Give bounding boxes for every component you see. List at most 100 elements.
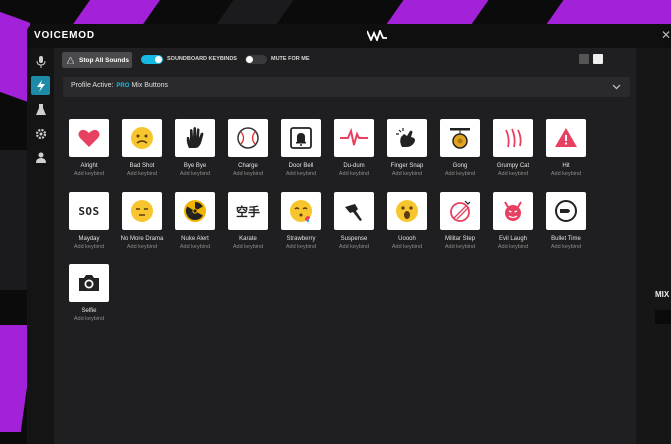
surprised-face-icon [396,200,418,222]
sidebar-item-voicelab[interactable] [31,100,50,119]
add-keybind-link[interactable]: Add keybind [381,244,433,250]
add-keybind-link[interactable]: Add keybind [328,171,380,177]
sound-name: Bye Bye [183,163,207,169]
sound-item[interactable]: 空手 Karate Add keybind [222,192,274,264]
add-keybind-link[interactable]: Add keybind [487,244,539,250]
backdrop-stripe [0,150,30,290]
soundboard-toolbar: Stop All Sounds SOUNDBOARD KEYBINDS MUTE… [54,48,636,72]
add-keybind-link[interactable]: Add keybind [63,244,115,250]
claw-marks-icon [505,128,522,148]
sound-item[interactable]: Nuke Alert Add keybind [169,192,221,264]
sound-tile[interactable] [334,192,374,230]
sound-item[interactable]: Finger Snap Add keybind [381,119,433,191]
sidebar-item-settings[interactable] [31,124,50,143]
sound-tile[interactable]: SOS [69,192,109,230]
chevron-down-icon [612,84,621,90]
bullet-icon [555,200,577,222]
sound-item[interactable]: Selfie Add keybind [63,264,115,336]
sound-tile[interactable] [69,119,109,157]
backdrop-stripe [0,0,30,103]
pro-badge: PRO [116,83,130,89]
add-keybind-link[interactable]: Add keybind [328,244,380,250]
sound-tile[interactable] [175,119,215,157]
add-keybind-link[interactable]: Add keybind [63,316,115,322]
sound-item[interactable]: Bad Shot Add keybind [116,119,168,191]
sound-item[interactable]: Bye Bye Add keybind [169,119,221,191]
stop-warning-icon [67,56,74,64]
sound-item[interactable]: No More Drama Add keybind [116,192,168,264]
sound-item[interactable]: Grumpy Cat Add keybind [487,119,539,191]
add-keybind-link[interactable]: Add keybind [222,244,274,250]
sound-item[interactable]: Evil Laugh Add keybind [487,192,539,264]
sound-tile[interactable] [228,119,268,157]
add-keybind-link[interactable]: Add keybind [116,244,168,250]
sound-item[interactable]: Bullet Time Add keybind [540,192,592,264]
camera-icon [79,275,99,291]
sound-tile[interactable] [122,119,162,157]
sound-item[interactable]: Strawberry Add keybind [275,192,327,264]
close-icon[interactable]: ✕ [661,28,671,42]
list-view-icon[interactable] [579,54,589,64]
add-keybind-link[interactable]: Add keybind [381,171,433,177]
sound-tile[interactable] [175,192,215,230]
add-keybind-link[interactable]: Add keybind [63,171,115,177]
sound-name: Door Bell [288,163,314,169]
sound-item[interactable]: Hit Add keybind [540,119,592,191]
sound-name: Grumpy Cat [496,163,530,169]
sound-tile[interactable] [69,264,109,302]
stop-all-sounds-button[interactable]: Stop All Sounds [62,52,132,68]
sound-tile[interactable] [387,192,427,230]
add-keybind-link[interactable]: Add keybind [487,171,539,177]
sound-tile[interactable] [493,119,533,157]
sound-name: Alright [80,163,98,169]
sidebar-item-account[interactable] [31,148,50,167]
sound-name: Gong [452,163,468,169]
add-keybind-link[interactable]: Add keybind [169,171,221,177]
sound-tile[interactable] [440,119,480,157]
add-keybind-link[interactable]: Add keybind [116,171,168,177]
sound-tile[interactable] [281,119,321,157]
sound-item[interactable]: Door Bell Add keybind [275,119,327,191]
confused-face-icon [131,127,153,149]
soundboard-keybinds-toggle[interactable] [141,55,163,64]
user-icon [35,152,46,163]
mixer-slider[interactable] [655,310,671,324]
add-keybind-link[interactable]: Add keybind [275,244,327,250]
kissing-face-icon [290,200,312,223]
gong-icon [450,128,470,149]
add-keybind-link[interactable]: Add keybind [275,171,327,177]
sound-tile[interactable] [440,192,480,230]
sound-tile[interactable] [122,192,162,230]
sound-tile[interactable] [334,119,374,157]
sound-item[interactable]: Militar Step Add keybind [434,192,486,264]
profile-selector[interactable]: Profile Active: PRO Mix Buttons [63,77,630,97]
add-keybind-link[interactable]: Add keybind [222,171,274,177]
sound-item[interactable]: Du-dum Add keybind [328,119,380,191]
add-keybind-link[interactable]: Add keybind [169,244,221,250]
grid-view-icon[interactable] [593,54,603,64]
sound-tile[interactable] [493,192,533,230]
add-keybind-link[interactable]: Add keybind [540,244,592,250]
toggle-knob [155,56,162,63]
sound-tile[interactable]: 空手 [228,192,268,230]
sound-tile[interactable] [387,119,427,157]
add-keybind-link[interactable]: Add keybind [434,244,486,250]
sound-name: Strawberry [286,236,316,242]
sound-item[interactable]: Gong Add keybind [434,119,486,191]
sidebar-item-voice-changer[interactable] [31,52,50,71]
add-keybind-link[interactable]: Add keybind [434,171,486,177]
sound-tile[interactable] [546,119,586,157]
sound-item[interactable]: Charge Add keybind [222,119,274,191]
add-keybind-link[interactable]: Add keybind [540,171,592,177]
sidebar-item-soundboard[interactable] [31,76,50,95]
sound-item[interactable]: Uoooh Add keybind [381,192,433,264]
mute-for-me-toggle[interactable] [245,55,267,64]
sound-name: Du-dum [343,163,365,169]
sound-tile[interactable] [546,192,586,230]
sound-item[interactable]: Suspense Add keybind [328,192,380,264]
sound-tile[interactable] [281,192,321,230]
sound-item[interactable]: SOS Mayday Add keybind [63,192,115,264]
sound-item[interactable]: Alright Add keybind [63,119,115,191]
bell-icon [290,127,312,149]
mixer-panel: MIX [636,48,671,444]
